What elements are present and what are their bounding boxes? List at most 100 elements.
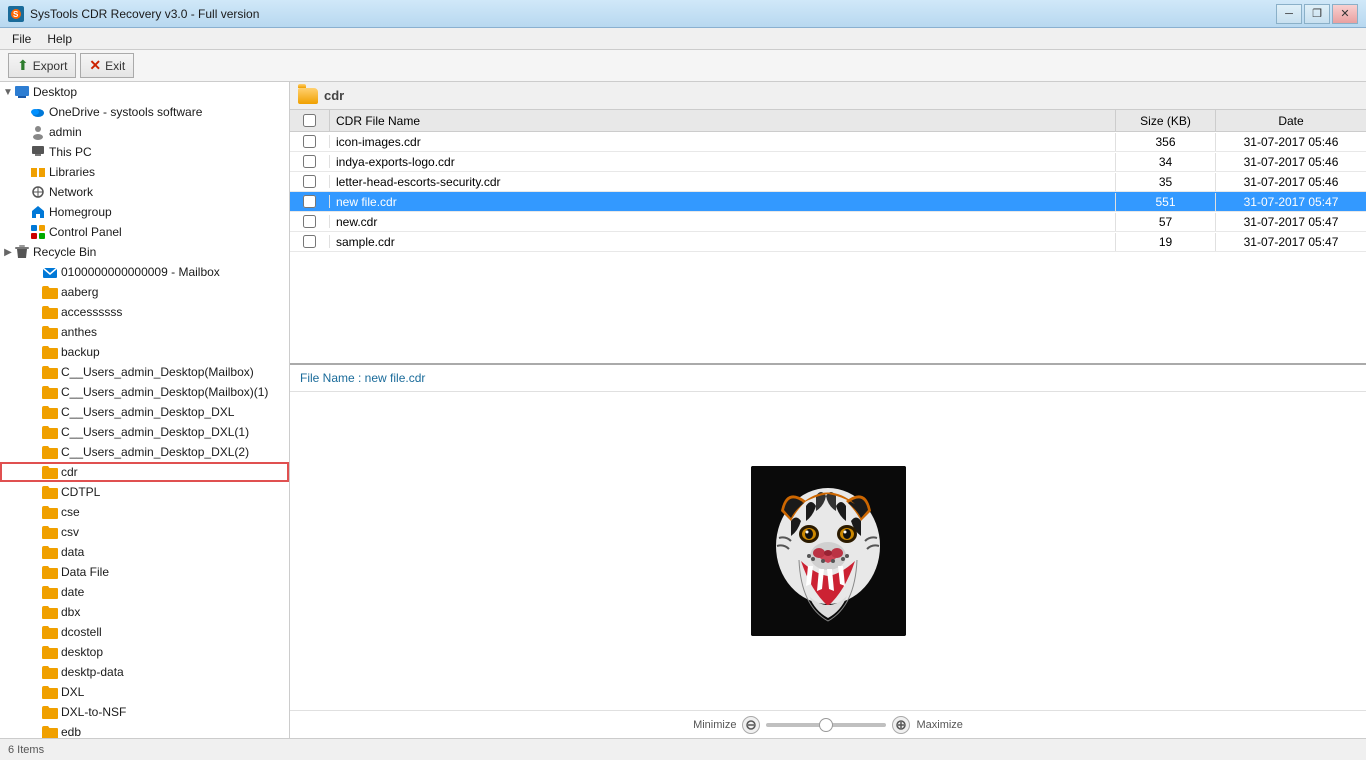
tree-label: Libraries — [49, 165, 95, 179]
restore-button[interactable]: ❐ — [1304, 4, 1330, 24]
tree-label: C__Users_admin_Desktop(Mailbox)(1) — [61, 385, 268, 399]
zoom-out-button[interactable] — [742, 716, 760, 734]
tree-label: DXL — [61, 685, 84, 699]
file-date-4: 31-07-2017 05:47 — [1216, 213, 1366, 231]
maximize-zoom-label: Maximize — [916, 719, 962, 731]
tree-item-c-mailbox[interactable]: C__Users_admin_Desktop(Mailbox) — [0, 362, 289, 382]
file-row-1[interactable]: indya-exports-logo.cdr 34 31-07-2017 05:… — [290, 152, 1366, 172]
tree-label: CDTPL — [61, 485, 100, 499]
close-button[interactable]: ✕ — [1332, 4, 1358, 24]
tree-item-recyclebin[interactable]: ▶ Recycle Bin — [0, 242, 289, 262]
folder-icon — [42, 464, 58, 480]
preview-panel: File Name : new file.cdr — [290, 365, 1366, 738]
tree-item-data[interactable]: data — [0, 542, 289, 562]
tree-item-c-dxl1[interactable]: C__Users_admin_Desktop_DXL(1) — [0, 422, 289, 442]
tree-item-mailbox[interactable]: 0100000000000009 - Mailbox — [0, 262, 289, 282]
tree-item-backup[interactable]: backup — [0, 342, 289, 362]
export-button[interactable]: ⬆ Export — [8, 53, 76, 78]
select-all-checkbox[interactable] — [303, 114, 316, 127]
tree-label: Recycle Bin — [33, 245, 96, 259]
file-name-5: sample.cdr — [330, 233, 1116, 251]
tree-item-datafile[interactable]: Data File — [0, 562, 289, 582]
file-row-2[interactable]: letter-head-escorts-security.cdr 35 31-0… — [290, 172, 1366, 192]
tree-item-anthes[interactable]: anthes — [0, 322, 289, 342]
tree-label: accessssss — [61, 305, 122, 319]
tree-item-desktop-folder[interactable]: desktop — [0, 642, 289, 662]
file-date-2: 31-07-2017 05:46 — [1216, 173, 1366, 191]
tree-item-onedrive[interactable]: OneDrive - systools software — [0, 102, 289, 122]
tree-item-dbx[interactable]: dbx — [0, 602, 289, 622]
tree-item-accessssss[interactable]: accessssss — [0, 302, 289, 322]
tree-label: dbx — [61, 605, 80, 619]
menu-help[interactable]: Help — [39, 30, 80, 48]
tree-label: Data File — [61, 565, 109, 579]
tree-item-dxl[interactable]: DXL — [0, 682, 289, 702]
preview-area — [290, 392, 1366, 710]
zoom-in-icon — [896, 720, 906, 730]
tree-scroll[interactable]: ▼ Desktop OneDrive - systools software — [0, 82, 289, 738]
tree-item-date[interactable]: date — [0, 582, 289, 602]
zoom-slider[interactable] — [766, 723, 886, 727]
tree-item-dcostell[interactable]: dcostell — [0, 622, 289, 642]
tree-item-cdr[interactable]: cdr — [0, 462, 289, 482]
tree-item-admin[interactable]: admin — [0, 122, 289, 142]
tree-label: date — [61, 585, 84, 599]
folder-icon — [42, 384, 58, 400]
tree-item-network[interactable]: Network — [0, 182, 289, 202]
tree-label: backup — [61, 345, 100, 359]
folder-icon — [42, 304, 58, 320]
tree-item-edb[interactable]: edb — [0, 722, 289, 738]
tree-item-homegroup[interactable]: Homegroup — [0, 202, 289, 222]
file-date-1: 31-07-2017 05:46 — [1216, 153, 1366, 171]
menu-file[interactable]: File — [4, 30, 39, 48]
tree-item-thispc[interactable]: This PC — [0, 142, 289, 162]
tree-item-aaberg[interactable]: aaberg — [0, 282, 289, 302]
file-check-5[interactable] — [290, 235, 330, 248]
file-check-4[interactable] — [290, 215, 330, 228]
file-check-3[interactable] — [290, 195, 330, 208]
right-panel: cdr CDR File Name Size (KB) Date — [290, 82, 1366, 738]
folder-icon — [42, 444, 58, 460]
file-name-1: indya-exports-logo.cdr — [330, 153, 1116, 171]
file-row-3[interactable]: new file.cdr 551 31-07-2017 05:47 — [290, 192, 1366, 212]
file-date-5: 31-07-2017 05:47 — [1216, 233, 1366, 251]
file-check-0[interactable] — [290, 135, 330, 148]
tree-item-libraries[interactable]: Libraries — [0, 162, 289, 182]
tree-label: dcostell — [61, 625, 102, 639]
folder-icon — [42, 644, 58, 660]
tree-label: cse — [61, 505, 80, 519]
tree-item-c-dxl[interactable]: C__Users_admin_Desktop_DXL — [0, 402, 289, 422]
file-check-2[interactable] — [290, 175, 330, 188]
tree-item-dxl-nsf[interactable]: DXL-to-NSF — [0, 702, 289, 722]
tree-label: This PC — [49, 145, 92, 159]
exit-button[interactable]: ✕ Exit — [80, 53, 134, 78]
minimize-button[interactable]: ─ — [1276, 4, 1302, 24]
file-size-2: 35 — [1116, 173, 1216, 191]
tree-item-cse[interactable]: cse — [0, 502, 289, 522]
tree-item-desktop[interactable]: ▼ Desktop — [0, 82, 289, 102]
tree-item-cdtpl[interactable]: CDTPL — [0, 482, 289, 502]
file-check-1[interactable] — [290, 155, 330, 168]
folder-icon — [42, 724, 58, 738]
tree-item-controlpanel[interactable]: Control Panel — [0, 222, 289, 242]
tree-item-csv[interactable]: csv — [0, 522, 289, 542]
file-list-container[interactable]: CDR File Name Size (KB) Date icon-images… — [290, 110, 1366, 365]
cdr-folder-icon — [298, 88, 318, 104]
tree-item-c-mailbox1[interactable]: C__Users_admin_Desktop(Mailbox)(1) — [0, 382, 289, 402]
file-name-2: letter-head-escorts-security.cdr — [330, 173, 1116, 191]
exit-label: Exit — [105, 59, 125, 73]
file-row-0[interactable]: icon-images.cdr 356 31-07-2017 05:46 — [290, 132, 1366, 152]
folder-icon — [42, 664, 58, 680]
zoom-out-icon — [746, 720, 756, 730]
file-row-4[interactable]: new.cdr 57 31-07-2017 05:47 — [290, 212, 1366, 232]
tree-label: C__Users_admin_Desktop_DXL — [61, 405, 234, 419]
tree-item-desktpdata[interactable]: desktp-data — [0, 662, 289, 682]
zoom-in-button[interactable] — [892, 716, 910, 734]
tree-label: C__Users_admin_Desktop_DXL(2) — [61, 445, 249, 459]
folder-icon — [42, 364, 58, 380]
tree-label: 0100000000000009 - Mailbox — [61, 265, 220, 279]
file-row-5[interactable]: sample.cdr 19 31-07-2017 05:47 — [290, 232, 1366, 252]
tree-item-c-dxl2[interactable]: C__Users_admin_Desktop_DXL(2) — [0, 442, 289, 462]
zoom-thumb[interactable] — [819, 718, 833, 732]
folder-icon — [42, 524, 58, 540]
